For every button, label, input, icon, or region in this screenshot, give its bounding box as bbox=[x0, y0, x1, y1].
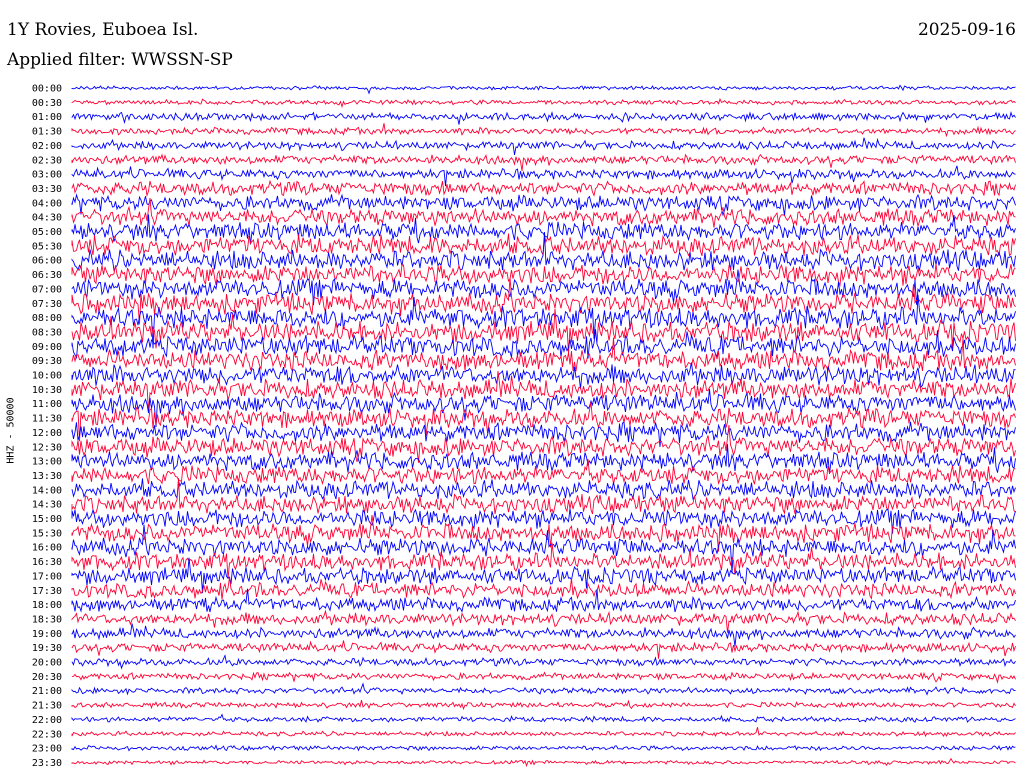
trace-row bbox=[71, 757, 1016, 767]
row-label: 19:30 bbox=[32, 643, 62, 654]
trace-row bbox=[71, 137, 1016, 155]
row-label: 01:00 bbox=[32, 112, 62, 123]
row-label: 16:00 bbox=[32, 543, 62, 554]
row-label: 21:00 bbox=[32, 686, 62, 697]
row-label: 12:00 bbox=[32, 428, 62, 439]
row-label: 03:30 bbox=[32, 184, 62, 195]
row-label: 17:00 bbox=[32, 571, 62, 582]
row-label: 18:30 bbox=[32, 614, 62, 625]
row-label: 15:00 bbox=[32, 514, 62, 525]
row-label: 12:30 bbox=[32, 442, 62, 453]
trace-row bbox=[71, 713, 1016, 723]
trace-row bbox=[71, 123, 1016, 138]
row-label: 02:00 bbox=[32, 141, 62, 152]
trace-row bbox=[71, 744, 1016, 752]
row-label: 05:30 bbox=[32, 241, 62, 252]
trace-row bbox=[71, 153, 1016, 171]
row-label: 22:00 bbox=[32, 715, 62, 726]
row-label: 21:30 bbox=[32, 701, 62, 712]
row-label: 04:30 bbox=[32, 213, 62, 224]
trace-row bbox=[71, 478, 1016, 501]
traces bbox=[71, 84, 1016, 767]
row-label: 19:00 bbox=[32, 629, 62, 640]
row-label: 20:00 bbox=[32, 658, 62, 669]
row-label: 16:30 bbox=[32, 557, 62, 568]
row-labels: 00:00 00:30 01:00 01:30 02:00 02:30 03:00 03:30… bbox=[32, 84, 62, 769]
row-label: 09:30 bbox=[32, 356, 62, 367]
row-label: 00:30 bbox=[32, 98, 62, 109]
trace-row bbox=[71, 524, 1016, 574]
trace-row bbox=[71, 640, 1016, 659]
trace-row bbox=[71, 623, 1016, 647]
trace-row bbox=[71, 179, 1016, 198]
trace-row bbox=[71, 588, 1016, 613]
trace-row bbox=[71, 84, 1016, 95]
row-label: 10:00 bbox=[32, 371, 62, 382]
trace-row bbox=[71, 727, 1016, 738]
row-label: 23:00 bbox=[32, 744, 62, 755]
row-label: 10:30 bbox=[32, 385, 62, 396]
row-label: 14:30 bbox=[32, 500, 62, 511]
row-label: 20:30 bbox=[32, 672, 62, 683]
row-label: 01:30 bbox=[32, 127, 62, 138]
row-label: 13:00 bbox=[32, 457, 62, 468]
trace-row bbox=[71, 97, 1016, 109]
trace-row bbox=[71, 671, 1016, 684]
trace-row bbox=[71, 508, 1016, 534]
row-label: 04:00 bbox=[32, 198, 62, 209]
helicorder-plot: 00:00 00:30 01:00 01:30 02:00 02:30 03:00 03:30… bbox=[32, 84, 1016, 769]
row-label: 13:30 bbox=[32, 471, 62, 482]
row-label: 05:00 bbox=[32, 227, 62, 238]
trace-row bbox=[71, 654, 1016, 670]
row-label: 00:00 bbox=[32, 84, 62, 95]
trace-row bbox=[71, 682, 1016, 696]
row-label: 22:30 bbox=[32, 729, 62, 740]
row-label: 11:00 bbox=[32, 399, 62, 410]
row-label: 09:00 bbox=[32, 342, 62, 353]
trace-row bbox=[71, 699, 1016, 711]
row-label: 23:30 bbox=[32, 758, 62, 769]
trace-row bbox=[71, 110, 1016, 125]
trace-row bbox=[71, 231, 1016, 272]
row-label: 06:30 bbox=[32, 270, 62, 281]
row-label: 02:30 bbox=[32, 155, 62, 166]
row-label: 14:00 bbox=[32, 485, 62, 496]
row-label: 11:30 bbox=[32, 414, 62, 425]
row-label: 08:30 bbox=[32, 327, 62, 338]
row-label: 08:00 bbox=[32, 313, 62, 324]
row-label: 17:30 bbox=[32, 586, 62, 597]
trace-row bbox=[71, 277, 1016, 325]
trace-row bbox=[71, 478, 1016, 515]
row-label: 18:00 bbox=[32, 600, 62, 611]
row-label: 07:30 bbox=[32, 299, 62, 310]
row-label: 07:00 bbox=[32, 284, 62, 295]
row-label: 15:30 bbox=[32, 528, 62, 539]
row-label: 03:00 bbox=[32, 170, 62, 181]
row-label: 06:00 bbox=[32, 256, 62, 267]
